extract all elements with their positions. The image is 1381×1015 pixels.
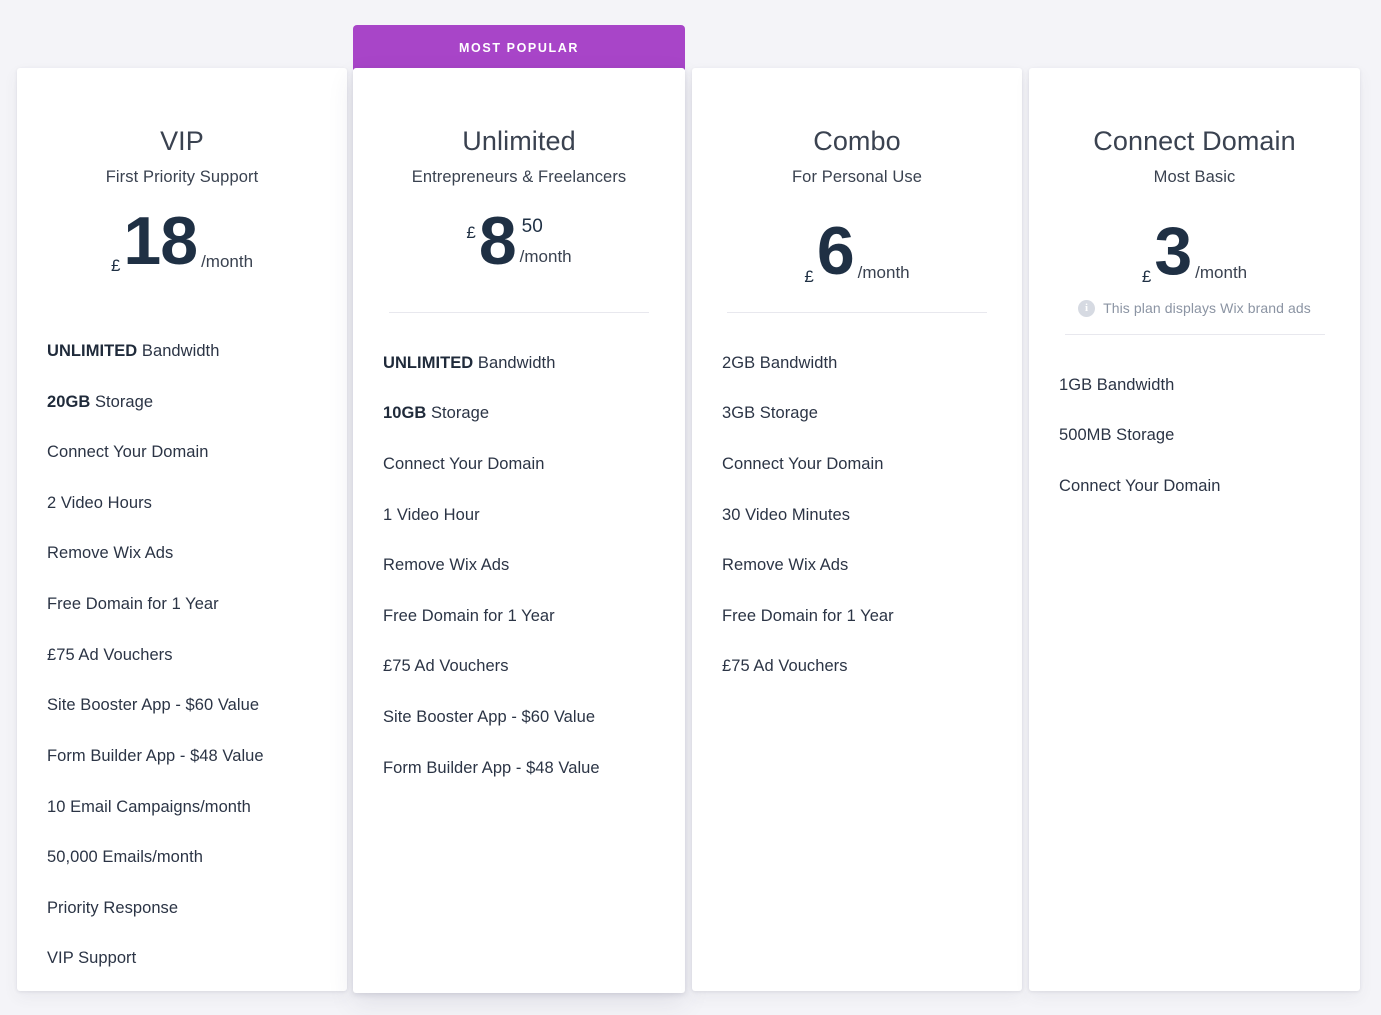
feature-list: UNLIMITED Bandwidth 20GB Storage Connect Y… [43, 341, 321, 999]
feature-item: 3GB Storage [722, 404, 818, 423]
feature-item: Site Booster App - $60 Value [383, 708, 596, 727]
most-popular-label: MOST POPULAR [459, 40, 579, 55]
feature-item: UNLIMITED Bandwidth [383, 353, 556, 372]
plan-name: VIP [160, 126, 204, 156]
feature-item: Remove Wix Ads [47, 544, 174, 563]
currency-symbol: £ [110, 255, 121, 275]
price-suffix: /month [858, 264, 910, 285]
brand-ads-note-text: This plan displays Wix brand ads [1103, 300, 1311, 317]
plan-price: £ 8 50 /month [466, 202, 572, 285]
feature-item: £75 Ad Vouchers [383, 657, 509, 676]
feature-item: 1GB Bandwidth [1059, 375, 1175, 394]
price-suffix: 50 /month [520, 209, 572, 265]
plan-price: £ 6 /month [804, 209, 909, 285]
feature-item: Connect Your Domain [47, 443, 209, 462]
feature-item: Connect Your Domain [383, 454, 545, 473]
plan-name: Connect Domain [1093, 126, 1296, 156]
pricing-table: MOST POPULAR VIP First Priority Support … [0, 0, 1381, 1015]
feature-highlight: UNLIMITED [383, 353, 474, 372]
info-icon[interactable]: i [1078, 299, 1096, 317]
plan-header: Connect Domain Most Basic [1055, 68, 1334, 187]
price-period: /month [1195, 262, 1248, 282]
price-period: /month [201, 251, 254, 271]
feature-list: UNLIMITED Bandwidth 10GB Storage Connect Y… [379, 353, 659, 809]
feature-item: Remove Wix Ads [722, 556, 849, 575]
plan-card-unlimited[interactable]: Unlimited Entrepreneurs & Freelancers £ … [353, 68, 685, 993]
feature-list: 1GB Bandwidth 500MB Storage Connect Your D… [1055, 375, 1334, 527]
feature-highlight: 20GB [47, 392, 91, 411]
price-amount: 18 [123, 202, 198, 279]
feature-item: Connect Your Domain [1059, 476, 1221, 495]
feature-item: 10 Email Campaigns/month [47, 797, 251, 816]
price-period: /month [519, 246, 572, 266]
price-amount: 3 [1154, 213, 1192, 290]
feature-item: VIP Support [47, 949, 137, 968]
price-amount: 8 [478, 202, 517, 279]
feature-item: 500MB Storage [1059, 426, 1175, 445]
currency-symbol: £ [1141, 266, 1152, 286]
feature-item: UNLIMITED Bandwidth [47, 341, 220, 360]
plan-card-connect-domain[interactable]: Connect Domain Most Basic £ 3 /month i T… [1029, 68, 1360, 991]
feature-item: Free Domain for 1 Year [722, 606, 894, 625]
feature-item: Connect Your Domain [722, 454, 884, 473]
plan-name: Unlimited [462, 126, 576, 156]
price-cents: 50 [521, 215, 543, 237]
plan-name: Combo [813, 126, 901, 156]
price-period: /month [857, 262, 910, 282]
feature-item: 2GB Bandwidth [722, 353, 838, 372]
feature-item: £75 Ad Vouchers [47, 645, 173, 664]
feature-item: 10GB Storage [383, 404, 490, 423]
plan-tagline: For Personal Use [792, 167, 922, 186]
feature-item: 2 Video Hours [47, 493, 152, 512]
plan-tagline: First Priority Support [105, 167, 259, 186]
plan-tagline: Entrepreneurs & Freelancers [411, 167, 627, 186]
feature-item: Free Domain for 1 Year [47, 595, 219, 614]
feature-item: Site Booster App - $60 Value [47, 696, 260, 715]
feature-item: Free Domain for 1 Year [383, 606, 555, 625]
feature-highlight: UNLIMITED [47, 341, 138, 360]
feature-item: Remove Wix Ads [383, 556, 510, 575]
plan-header: Unlimited Entrepreneurs & Freelancers [379, 68, 659, 187]
card-divider [389, 311, 649, 313]
most-popular-banner: MOST POPULAR [353, 25, 685, 70]
price-suffix: /month [1195, 264, 1247, 285]
plan-price: £ 18 /month [110, 202, 253, 279]
card-divider [727, 311, 987, 313]
feature-item: 50,000 Emails/month [47, 848, 203, 867]
brand-ads-note: i This plan displays Wix brand ads [1055, 299, 1334, 317]
feature-list: 2GB Bandwidth 3GB Storage Connect Your Dom… [718, 353, 996, 707]
price-amount: 6 [816, 213, 855, 290]
plan-card-vip[interactable]: VIP First Priority Support £ 18 /month U… [17, 68, 347, 991]
plan-header: Combo For Personal Use [718, 68, 996, 187]
feature-item: Form Builder App - $48 Value [47, 746, 264, 765]
feature-item: 30 Video Minutes [722, 505, 850, 524]
plan-card-combo[interactable]: Combo For Personal Use £ 6 /month 2GB Ba… [692, 68, 1022, 991]
feature-item: £75 Ad Vouchers [722, 657, 848, 676]
feature-item: 20GB Storage [47, 392, 154, 411]
feature-highlight: 10GB [383, 404, 427, 423]
plan-header: VIP First Priority Support [43, 68, 321, 187]
feature-item: Form Builder App - $48 Value [383, 758, 600, 777]
feature-item: 1 Video Hour [383, 505, 480, 524]
currency-symbol: £ [466, 222, 476, 242]
currency-symbol: £ [804, 266, 814, 286]
card-divider [1064, 333, 1325, 335]
plan-price: £ 3 /month [1142, 209, 1247, 285]
plan-tagline: Most Basic [1153, 167, 1236, 186]
feature-item: Priority Response [47, 898, 179, 917]
price-suffix: /month [201, 253, 253, 274]
